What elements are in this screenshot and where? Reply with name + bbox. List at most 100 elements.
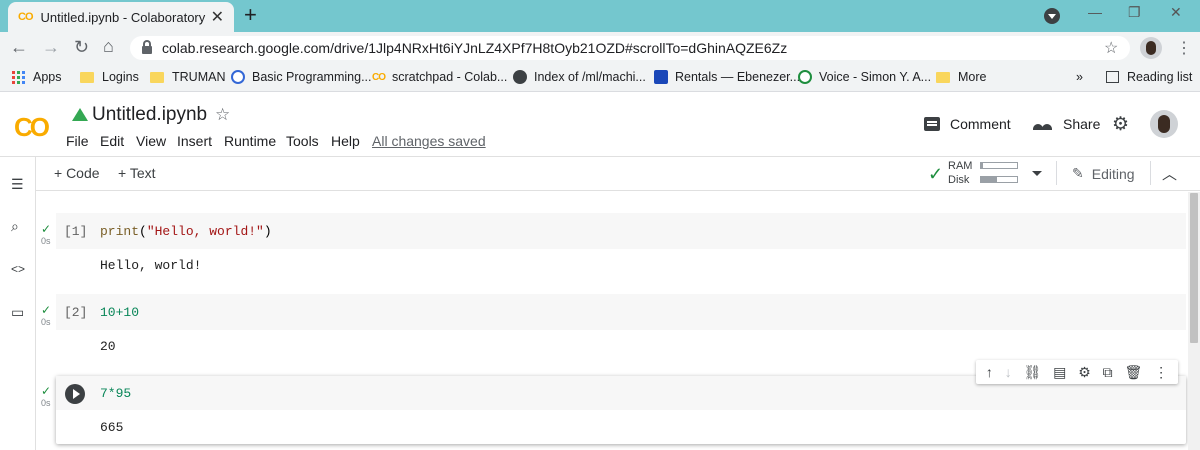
bookmark-scratchpad[interactable]: CO scratchpad - Colab... xyxy=(372,70,507,84)
notebook-toolbar xyxy=(0,156,1200,191)
url-text: colab.research.google.com/drive/1Jlp4NRx… xyxy=(162,40,788,56)
star-notebook-icon[interactable]: ☆ xyxy=(215,105,230,125)
resources-dropdown-icon[interactable] xyxy=(1032,171,1042,181)
bookmark-voice[interactable]: Voice - Simon Y. A... xyxy=(798,70,931,84)
folder-icon xyxy=(936,71,950,83)
add-text-button[interactable]: + Text xyxy=(118,165,156,181)
people-icon xyxy=(1033,118,1053,130)
more-actions-icon[interactable]: ⋮ xyxy=(1154,364,1168,381)
search-icon[interactable]: ⌕ xyxy=(11,218,19,235)
move-cell-up-icon[interactable]: ↑ xyxy=(986,364,993,380)
run-cell-button[interactable] xyxy=(65,384,85,404)
phone-icon xyxy=(798,70,812,84)
new-tab-button[interactable]: + xyxy=(244,2,257,28)
menu-tools[interactable]: Tools xyxy=(286,133,319,149)
bookmark-index-ml[interactable]: Index of /ml/machi... xyxy=(513,70,646,84)
browser-profile-avatar[interactable] xyxy=(1140,37,1162,59)
menu-insert[interactable]: Insert xyxy=(177,133,212,149)
save-status[interactable]: All changes saved xyxy=(372,133,486,149)
share-button[interactable]: Share xyxy=(1033,116,1100,132)
cell-settings-icon[interactable]: ⚙ xyxy=(1078,364,1091,381)
code-editor[interactable]: print("Hello, world!") xyxy=(100,224,272,239)
comment-label: Comment xyxy=(950,116,1011,132)
restore-icon[interactable]: ❐ xyxy=(1128,4,1141,21)
notebook-title[interactable]: Untitled.ipynb xyxy=(92,104,207,126)
bookmark-more[interactable]: More xyxy=(936,70,986,84)
menu-edit[interactable]: Edit xyxy=(100,133,124,149)
site-icon xyxy=(654,70,668,84)
folder-icon xyxy=(80,71,94,83)
forward-icon[interactable]: → xyxy=(42,37,60,58)
toolbar-divider xyxy=(1150,161,1151,185)
cell-output: 20 xyxy=(100,339,116,354)
reading-list-button[interactable]: Reading list xyxy=(1106,70,1192,84)
bookmark-label: Logins xyxy=(102,70,139,84)
browser-tab[interactable]: CO Untitled.ipynb - Colaboratory ✕ xyxy=(8,2,234,32)
comment-icon xyxy=(924,117,940,131)
files-folder-icon[interactable]: ▭ xyxy=(11,304,24,321)
code-editor[interactable]: 10+10 xyxy=(100,305,139,320)
menu-runtime[interactable]: Runtime xyxy=(224,133,276,149)
cell-output: Hello, world! xyxy=(100,258,202,273)
code-cell[interactable] xyxy=(56,294,1186,330)
apps-grid-icon xyxy=(12,70,25,84)
ram-usage-fill xyxy=(981,163,983,168)
delete-cell-icon[interactable]: 🗑 xyxy=(1124,364,1142,381)
bookmark-logins[interactable]: Logins xyxy=(80,70,139,84)
menu-file[interactable]: File xyxy=(66,133,89,149)
reload-icon[interactable]: ↻ xyxy=(74,37,89,58)
account-avatar[interactable] xyxy=(1150,110,1178,138)
disk-label: Disk xyxy=(948,174,970,186)
cell-exec-time: 0s xyxy=(41,317,51,327)
home-icon[interactable]: ⌂ xyxy=(103,36,114,57)
close-tab-icon[interactable]: ✕ xyxy=(211,7,224,27)
ram-label: RAM xyxy=(948,160,973,172)
bookmark-label: More xyxy=(958,70,987,84)
bookmark-truman[interactable]: TRUMAN xyxy=(150,70,225,84)
table-of-contents-icon[interactable]: ☰ xyxy=(11,176,24,193)
link-to-cell-icon[interactable]: ⛓ xyxy=(1024,364,1042,381)
colab-logo[interactable]: CO xyxy=(14,112,50,143)
cell-success-check-icon: ✓ xyxy=(41,303,52,317)
disk-usage-fill xyxy=(981,177,998,182)
bookmarks-overflow[interactable]: » xyxy=(1076,70,1083,84)
address-bar[interactable]: colab.research.google.com/drive/1Jlp4NRx… xyxy=(130,36,1130,60)
reading-list-label: Reading list xyxy=(1127,70,1193,84)
code-editor[interactable]: 7*95 xyxy=(100,386,131,401)
disk-usage-bar[interactable] xyxy=(980,176,1018,183)
tab-search-icon[interactable] xyxy=(1044,8,1060,24)
back-icon[interactable]: ← xyxy=(10,37,28,58)
bookmark-label: TRUMAN xyxy=(172,70,226,84)
settings-gear-icon[interactable]: ⚙ xyxy=(1112,113,1129,136)
colab-icon: CO xyxy=(372,71,386,83)
bookmark-label: scratchpad - Colab... xyxy=(392,70,508,84)
pencil-icon: ✎ xyxy=(1072,165,1084,181)
ram-usage-bar[interactable] xyxy=(980,162,1018,169)
site-icon xyxy=(231,70,245,84)
close-window-icon[interactable]: ✕ xyxy=(1170,4,1182,21)
share-label: Share xyxy=(1063,116,1101,132)
execution-count: [1] xyxy=(64,224,88,239)
bookmark-label: Rentals — Ebenezer... xyxy=(675,70,801,84)
add-code-button[interactable]: + Code xyxy=(54,165,100,181)
drive-icon[interactable] xyxy=(72,108,88,121)
bookmark-rentals[interactable]: Rentals — Ebenezer... xyxy=(654,70,800,84)
minimize-icon[interactable]: — xyxy=(1088,4,1102,20)
collapse-header-icon[interactable]: ︿ xyxy=(1162,163,1177,184)
bookmark-apps[interactable]: Apps xyxy=(12,70,62,84)
move-cell-down-icon[interactable]: ↓ xyxy=(1005,364,1012,380)
add-comment-icon[interactable]: ▤ xyxy=(1053,364,1066,381)
execution-count: [2] xyxy=(64,305,88,320)
tab-title: Untitled.ipynb - Colaboratory xyxy=(40,9,206,25)
bookmark-basic-programming[interactable]: Basic Programming... xyxy=(231,70,371,84)
bookmark-label: Voice - Simon Y. A... xyxy=(819,70,932,84)
browser-menu-icon[interactable]: ⋮ xyxy=(1176,38,1192,58)
menu-help[interactable]: Help xyxy=(331,133,360,149)
code-snippets-icon[interactable]: <> xyxy=(11,262,25,276)
scrollbar-thumb[interactable] xyxy=(1190,193,1198,343)
mirror-cell-icon[interactable]: ⧉ xyxy=(1103,364,1113,381)
comment-button[interactable]: Comment xyxy=(924,116,1011,132)
menu-view[interactable]: View xyxy=(136,133,166,149)
editing-mode-button[interactable]: ✎ Editing xyxy=(1072,165,1135,182)
bookmark-star-icon[interactable]: ☆ xyxy=(1104,38,1118,58)
